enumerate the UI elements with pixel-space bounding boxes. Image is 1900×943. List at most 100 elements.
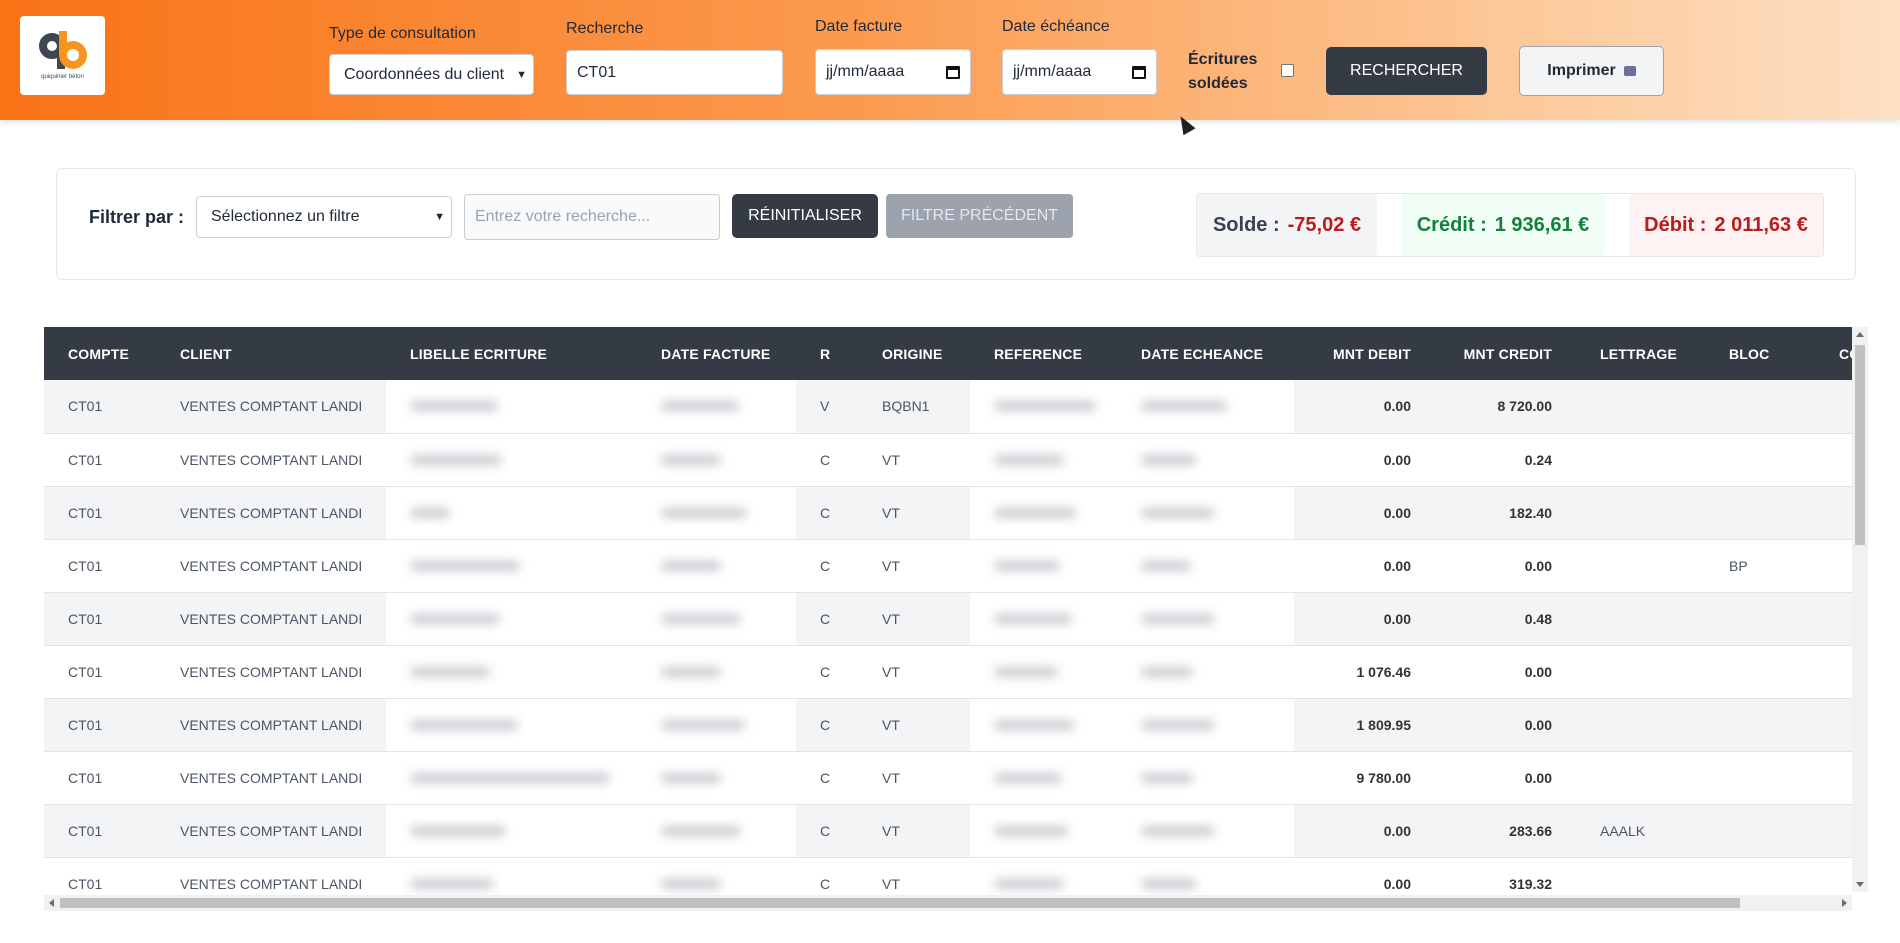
col-header-compte[interactable]: COMPTE [44, 327, 156, 380]
debit-summary: Débit : 2 011,63 € [1629, 194, 1823, 256]
cell-mnt-credit: 0.00 [1524, 769, 1552, 786]
reinitialiser-button[interactable]: RÉINITIALISER [732, 194, 878, 238]
cell-mnt-debit: 9 780.00 [1356, 769, 1412, 786]
scroll-right-icon[interactable] [1842, 899, 1847, 907]
cell-reference-redacted [970, 433, 1117, 486]
cell-reference-redacted [970, 539, 1117, 592]
cell-date-facture-redacted [637, 804, 796, 857]
cell-date-echeance-redacted [1117, 539, 1294, 592]
cell-comm [1815, 751, 1852, 804]
cell-date-facture-redacted [637, 539, 796, 592]
cell-mnt-credit: 0.48 [1524, 610, 1552, 627]
col-header-mnt-debit[interactable]: MNT DEBIT [1294, 327, 1435, 380]
cell-origine: VT [882, 557, 900, 574]
table-row[interactable]: CT01 VENTES COMPTANT LANDI C VT 9 780.00 0.00 [44, 751, 1852, 804]
imprimer-button[interactable]: Imprimer [1519, 46, 1664, 96]
recherche-input[interactable]: CT01 [566, 50, 783, 95]
filtre-precedent-button[interactable]: FILTRE PRÉCÉDENT [886, 194, 1073, 238]
table-row[interactable]: CT01 VENTES COMPTANT LANDI C VT 0.00 0.48 [44, 592, 1852, 645]
table-row[interactable]: CT01 VENTES COMPTANT LANDI C VT 0.00 0.24 [44, 433, 1852, 486]
col-header-date-facture[interactable]: DATE FACTURE [637, 327, 796, 380]
date-echeance-input[interactable]: jj/mm/aaaa [1002, 49, 1157, 95]
printer-icon [1623, 66, 1636, 76]
cell-bloc [1705, 751, 1815, 804]
cell-r: C [820, 504, 831, 521]
cell-reference-redacted [970, 486, 1117, 539]
cell-libelle-redacted [386, 486, 637, 539]
date-facture-input[interactable]: jj/mm/aaaa [815, 49, 971, 95]
cell-client: VENTES COMPTANT LANDI [180, 610, 363, 627]
cell-r: C [820, 822, 831, 839]
calendar-icon[interactable] [1132, 65, 1146, 79]
cell-mnt-debit: 0.00 [1383, 557, 1411, 574]
vertical-scroll-thumb[interactable] [1855, 345, 1865, 545]
cell-date-facture-redacted [637, 751, 796, 804]
cell-client: VENTES COMPTANT LANDI [180, 822, 363, 839]
vertical-scrollbar[interactable] [1852, 327, 1868, 892]
filter-search-input[interactable]: Entrez votre recherche... [464, 194, 720, 240]
cell-reference-redacted [970, 592, 1117, 645]
filter-select[interactable]: Sélectionnez un filtre ▼ [196, 196, 452, 238]
col-header-origine[interactable]: ORIGINE [858, 327, 970, 380]
cell-reference-redacted [970, 698, 1117, 751]
col-header-date-echeance[interactable]: DATE ECHEANCE [1117, 327, 1294, 380]
recherche-label: Recherche [566, 20, 644, 37]
scroll-up-icon[interactable] [1856, 332, 1864, 337]
table-row[interactable]: CT01 VENTES COMPTANT LANDI C VT 1 076.46 0.00 [44, 645, 1852, 698]
cell-mnt-credit: 0.00 [1524, 663, 1552, 680]
table-row[interactable]: CT01 VENTES COMPTANT LANDI C VT 0.00 182.40 [44, 486, 1852, 539]
cell-date-echeance-redacted [1117, 751, 1294, 804]
col-header-libelle[interactable]: LIBELLE ECRITURE [386, 327, 637, 380]
cell-libelle-redacted [386, 539, 637, 592]
col-header-comm[interactable]: COMM [1815, 327, 1852, 380]
cell-mnt-debit: 0.00 [1383, 451, 1411, 468]
cell-r: C [820, 451, 831, 468]
logo-mark-icon [37, 31, 89, 71]
filter-panel: Filtrer par : Sélectionnez un filtre ▼ E… [56, 168, 1856, 280]
cell-comm [1815, 592, 1852, 645]
cell-compte: CT01 [68, 663, 103, 680]
cell-client: VENTES COMPTANT LANDI [180, 769, 363, 786]
cell-origine: VT [882, 451, 900, 468]
col-header-lettrage[interactable]: LETTRAGE [1576, 327, 1705, 380]
table-row[interactable]: CT01 VENTES COMPTANT LANDI C VT 0.00 0.00 BP [44, 539, 1852, 592]
cell-mnt-debit: 0.00 [1383, 610, 1411, 627]
ecritures-soldees-checkbox[interactable] [1281, 64, 1294, 77]
col-header-reference[interactable]: REFERENCE [970, 327, 1117, 380]
date-facture-label: Date facture [815, 18, 903, 35]
cell-bloc: BP [1729, 557, 1748, 574]
cell-bloc [1705, 645, 1815, 698]
cell-comm [1815, 539, 1852, 592]
cell-bloc [1705, 486, 1815, 539]
cell-r: C [820, 663, 831, 680]
type-consultation-label: Type de consultation [329, 25, 476, 42]
cell-lettrage [1576, 539, 1705, 592]
cell-date-facture-redacted [637, 433, 796, 486]
scroll-left-icon[interactable] [49, 899, 54, 907]
cell-client: VENTES COMPTANT LANDI [180, 716, 363, 733]
col-header-bloc[interactable]: BLOC [1705, 327, 1815, 380]
chevron-down-icon: ▼ [434, 211, 445, 223]
table-row[interactable]: CT01 VENTES COMPTANT LANDI C VT 0.00 283.66 AA… [44, 804, 1852, 857]
cell-lettrage [1576, 592, 1705, 645]
cell-r: C [820, 769, 831, 786]
cell-libelle-redacted [386, 592, 637, 645]
col-header-r[interactable]: R [796, 327, 858, 380]
type-consultation-select[interactable]: Coordonnées du client ▼ [329, 54, 534, 95]
scroll-down-icon[interactable] [1856, 882, 1864, 887]
table-row[interactable]: CT01 VENTES COMPTANT LANDI V BQBN1 0.00 8 720… [44, 380, 1852, 433]
rechercher-button[interactable]: RECHERCHER [1326, 47, 1487, 95]
horizontal-scrollbar[interactable] [44, 895, 1852, 911]
col-header-mnt-credit[interactable]: MNT CREDIT [1435, 327, 1576, 380]
cell-bloc [1705, 804, 1815, 857]
top-header: quiquinier béton Type de consultation Co… [0, 0, 1900, 120]
cell-lettrage [1576, 645, 1705, 698]
horizontal-scroll-thumb[interactable] [60, 898, 1740, 908]
calendar-icon[interactable] [946, 65, 960, 79]
ecritures-table-container[interactable]: COMPTE CLIENT LIBELLE ECRITURE DATE FACT… [44, 327, 1852, 911]
cell-client: VENTES COMPTANT LANDI [180, 451, 363, 468]
cell-client: VENTES COMPTANT LANDI [180, 557, 363, 574]
table-row[interactable]: CT01 VENTES COMPTANT LANDI C VT 1 809.95 0.00 [44, 698, 1852, 751]
col-header-client[interactable]: CLIENT [156, 327, 386, 380]
cell-origine: VT [882, 822, 900, 839]
